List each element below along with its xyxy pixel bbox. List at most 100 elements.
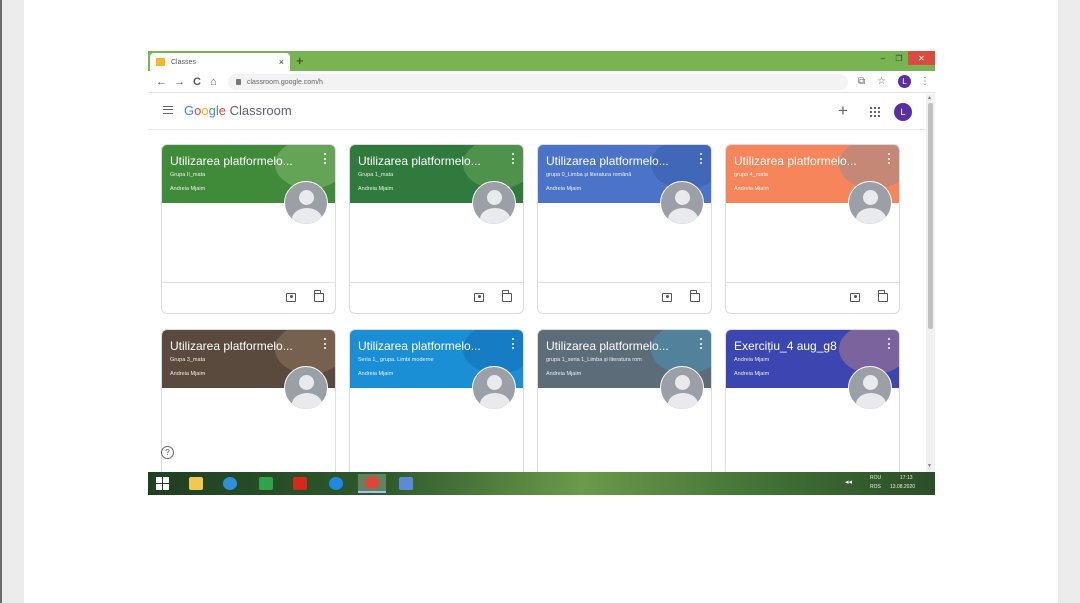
course-card[interactable]: Utilizarea platformelo... Grupa II_mata … bbox=[161, 144, 336, 314]
course-teacher: Andreia Mjaim bbox=[734, 371, 770, 377]
course-teacher: Andreia Mjaim bbox=[358, 186, 394, 192]
minimize-button[interactable]: – bbox=[876, 51, 890, 65]
course-section: Grupa II_mata bbox=[170, 172, 206, 178]
course-card[interactable]: Utilizarea platformelo... grupa 0_Limba … bbox=[537, 144, 712, 314]
taskbar-app-window-icon[interactable] bbox=[392, 474, 420, 493]
google-apps-icon[interactable] bbox=[870, 107, 880, 117]
translate-icon[interactable]: ⧉ bbox=[858, 75, 865, 89]
course-options-icon[interactable] bbox=[700, 338, 703, 349]
course-teacher: Andreia Mjaim bbox=[358, 371, 394, 377]
windows-taskbar: ◂◂ ROU ROS 17:13 13.08.2020 bbox=[148, 472, 935, 495]
teacher-avatar bbox=[284, 366, 328, 410]
clock-date[interactable]: 13.08.2020 bbox=[890, 484, 915, 491]
add-class-button[interactable]: + bbox=[838, 102, 848, 120]
course-teacher: Andreia Mjaim bbox=[170, 186, 206, 192]
course-options-icon[interactable] bbox=[512, 338, 515, 349]
internet-explorer-glyph-icon bbox=[223, 477, 237, 490]
volume-icon[interactable]: ◂◂ bbox=[845, 478, 852, 486]
taskbar-edge-icon[interactable] bbox=[322, 474, 350, 493]
bookmark-star-icon[interactable]: ☆ bbox=[877, 75, 886, 89]
course-card[interactable]: Utilizarea platformelo... Grupa 1_mata A… bbox=[349, 144, 524, 314]
student-work-icon[interactable] bbox=[662, 293, 672, 302]
teacher-avatar bbox=[848, 366, 892, 410]
student-work-icon[interactable] bbox=[474, 293, 484, 302]
product-name: Classroom bbox=[229, 103, 292, 118]
course-section: Grupa 3_mata bbox=[170, 357, 206, 363]
taskbar-chrome-icon[interactable] bbox=[358, 474, 386, 493]
tab-strip: Classes × + – ❐ ✕ bbox=[148, 51, 935, 71]
course-teacher: Andreia Mjaim bbox=[546, 186, 582, 192]
course-title[interactable]: Utilizarea platformelo... bbox=[546, 339, 686, 353]
browser-menu-icon[interactable]: ⋮ bbox=[920, 75, 930, 89]
browser-profile-avatar[interactable]: L bbox=[898, 75, 911, 88]
teacher-avatar bbox=[660, 181, 704, 225]
teacher-avatar bbox=[848, 181, 892, 225]
home-icon[interactable]: ⌂ bbox=[210, 74, 217, 90]
course-card[interactable]: Exercițiu_4 aug_g8 Andreia Mjaim Andreia… bbox=[725, 329, 900, 479]
page-edge bbox=[0, 0, 2, 603]
course-title[interactable]: Utilizarea platformelo... bbox=[170, 154, 310, 168]
course-options-icon[interactable] bbox=[700, 153, 703, 164]
course-options-icon[interactable] bbox=[324, 338, 327, 349]
scroll-down-icon[interactable]: ▼ bbox=[927, 463, 932, 469]
edge-glyph-icon bbox=[329, 477, 343, 490]
drive-folder-icon[interactable] bbox=[877, 290, 888, 302]
course-section: grupa 4_mata bbox=[734, 172, 768, 178]
teacher-avatar bbox=[472, 366, 516, 410]
course-teacher: Andreia Mjaim bbox=[546, 371, 582, 377]
course-options-icon[interactable] bbox=[324, 153, 327, 164]
course-title[interactable]: Utilizarea platformelo... bbox=[170, 339, 310, 353]
hamburger-menu-icon[interactable] bbox=[163, 106, 173, 114]
course-card[interactable]: Utilizarea platformelo... Seria 1_ grupa… bbox=[349, 329, 524, 479]
taskbar-acrobat-icon[interactable] bbox=[286, 474, 314, 493]
teacher-avatar bbox=[284, 181, 328, 225]
clock-time[interactable]: 17:13 bbox=[900, 475, 913, 482]
browser-toolbar: ← → C ⌂ classroom.google.com/h ⧉ ☆ L ⋮ bbox=[148, 71, 935, 93]
course-options-icon[interactable] bbox=[888, 338, 891, 349]
windows-start-icon[interactable] bbox=[156, 477, 170, 490]
course-card[interactable]: Utilizarea platformelo... Grupa 3_mata A… bbox=[161, 329, 336, 479]
drive-folder-icon[interactable] bbox=[689, 290, 700, 302]
help-icon[interactable]: ? bbox=[161, 446, 174, 459]
taskbar-file-explorer-icon[interactable] bbox=[182, 474, 210, 493]
drive-folder-icon[interactable] bbox=[501, 290, 512, 302]
course-options-icon[interactable] bbox=[888, 153, 891, 164]
scrollbar-thumb[interactable] bbox=[928, 103, 933, 329]
course-section: Grupa 1_mata bbox=[358, 172, 394, 178]
tab-classes[interactable]: Classes × bbox=[150, 53, 290, 71]
course-section: grupa 0_Limba și literatura română bbox=[546, 172, 632, 178]
lock-icon bbox=[236, 79, 241, 85]
course-card[interactable]: Utilizarea platformelo... grupa 1_seria … bbox=[537, 329, 712, 479]
scroll-up-icon[interactable]: ▲ bbox=[927, 95, 932, 101]
course-section: Seria 1_ grupa. Limbi moderne bbox=[358, 357, 434, 363]
google-classroom-logo[interactable]: Google Classroom bbox=[184, 103, 292, 119]
close-window-button[interactable]: ✕ bbox=[908, 51, 935, 65]
course-title[interactable]: Utilizarea platformelo... bbox=[734, 154, 874, 168]
drive-folder-icon[interactable] bbox=[313, 290, 324, 302]
store-glyph-icon bbox=[259, 477, 273, 490]
student-work-icon[interactable] bbox=[850, 293, 860, 302]
language-indicator-top[interactable]: ROU bbox=[870, 475, 881, 482]
course-title[interactable]: Utilizarea platformelo... bbox=[358, 154, 498, 168]
address-bar[interactable]: classroom.google.com/h bbox=[228, 74, 848, 90]
account-avatar[interactable]: L bbox=[894, 103, 912, 121]
back-icon[interactable]: ← bbox=[156, 74, 167, 90]
course-title[interactable]: Utilizarea platformelo... bbox=[546, 154, 686, 168]
forward-icon[interactable]: → bbox=[174, 74, 185, 90]
course-options-icon[interactable] bbox=[512, 153, 515, 164]
taskbar-store-icon[interactable] bbox=[252, 474, 280, 493]
course-card[interactable]: Utilizarea platformelo... grupa 4_mata A… bbox=[725, 144, 900, 314]
tab-close-icon[interactable]: × bbox=[279, 57, 284, 67]
card-footer bbox=[538, 282, 711, 313]
course-title[interactable]: Utilizarea platformelo... bbox=[358, 339, 498, 353]
language-indicator-bottom[interactable]: ROS bbox=[870, 484, 881, 491]
teacher-avatar bbox=[472, 181, 516, 225]
student-work-icon[interactable] bbox=[286, 293, 296, 302]
reload-icon[interactable]: C bbox=[193, 74, 201, 90]
card-footer bbox=[726, 282, 899, 313]
file-explorer-glyph-icon bbox=[189, 477, 203, 490]
course-title[interactable]: Exercițiu_4 aug_g8 bbox=[734, 339, 874, 353]
taskbar-internet-explorer-icon[interactable] bbox=[216, 474, 244, 493]
maximize-button[interactable]: ❐ bbox=[892, 51, 906, 65]
new-tab-button[interactable]: + bbox=[296, 53, 304, 69]
